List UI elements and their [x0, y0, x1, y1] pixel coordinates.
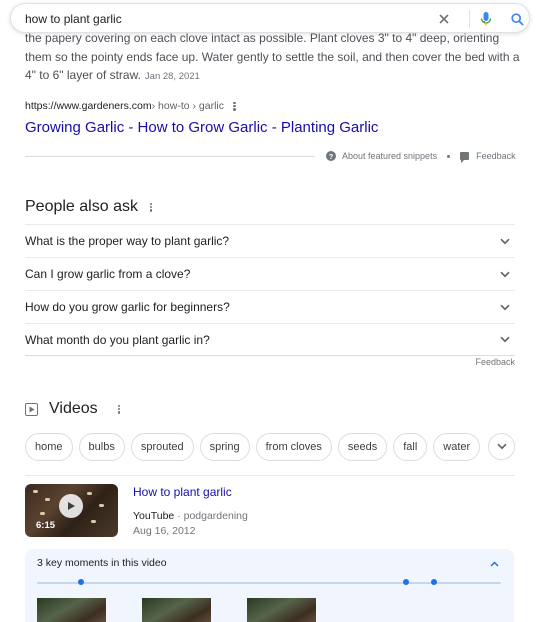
search-bar	[10, 3, 530, 33]
chevron-down-icon[interactable]	[488, 433, 515, 460]
paa-question[interactable]: How do you grow garlic for beginners?	[25, 290, 515, 323]
chip-seeds[interactable]: seeds	[337, 433, 388, 461]
help-icon: ?	[326, 151, 336, 161]
search-divider	[469, 10, 470, 28]
key-moments-panel: 3 key moments in this video	[25, 549, 514, 622]
people-also-ask-header: People also ask	[25, 198, 153, 216]
video-channel: podgardening	[183, 510, 248, 522]
paa-question-text: What month do you plant garlic in?	[25, 332, 210, 347]
paa-question[interactable]: Can I grow garlic from a clove?	[25, 257, 515, 290]
videos-title: Videos	[49, 400, 98, 417]
videos-header: Videos	[25, 400, 121, 418]
snippet-footer: ? About featured snippets Feedback	[326, 151, 516, 163]
more-options-icon[interactable]	[233, 101, 236, 111]
microphone-icon[interactable]	[477, 10, 495, 28]
close-icon[interactable]	[435, 10, 453, 28]
feedback-link[interactable]: Feedback	[476, 151, 516, 161]
video-filter-chips: home bulbs sprouted spring from cloves s…	[25, 433, 481, 461]
key-moment-marker[interactable]	[403, 579, 409, 585]
search-icon[interactable]	[508, 10, 526, 28]
key-moment-thumbnail[interactable]	[247, 598, 316, 622]
chip-bulbs[interactable]: bulbs	[78, 433, 125, 461]
search-input[interactable]	[25, 10, 415, 28]
chevron-down-icon[interactable]	[499, 301, 511, 313]
featured-snippet-text: the papery covering on each clove intact…	[25, 29, 520, 87]
more-options-icon[interactable]	[117, 404, 121, 414]
play-icon[interactable]	[59, 494, 83, 518]
paa-question-text: Can I grow garlic from a clove?	[25, 267, 191, 281]
chevron-down-icon[interactable]	[499, 268, 511, 280]
paa-question-text: What is the proper way to plant garlic?	[25, 234, 230, 248]
divider	[25, 475, 515, 476]
chip-spring[interactable]: spring	[199, 433, 250, 461]
key-moment-thumbnail[interactable]	[37, 598, 106, 622]
paa-question-text: How do you grow garlic for beginners?	[25, 300, 230, 314]
paa-question[interactable]: What month do you plant garlic in?	[25, 323, 515, 356]
paa-feedback-link[interactable]: Feedback	[470, 357, 515, 367]
chevron-down-icon[interactable]	[499, 334, 511, 346]
video-play-icon	[25, 402, 38, 416]
chevron-down-icon[interactable]	[499, 235, 511, 247]
feedback-icon	[460, 152, 470, 163]
video-date: Aug 16, 2012	[133, 525, 196, 537]
about-featured-snippets-link[interactable]: About featured snippets	[342, 151, 437, 161]
paa-question[interactable]: What is the proper way to plant garlic?	[25, 224, 515, 257]
video-thumbnail[interactable]: 6:15	[25, 484, 118, 537]
chip-from-cloves[interactable]: from cloves	[255, 433, 332, 461]
result-title-link[interactable]: Growing Garlic - How to Grow Garlic - Pl…	[25, 119, 378, 136]
separator-dot	[447, 154, 451, 158]
key-moment-thumbnail[interactable]	[142, 598, 211, 622]
source-domain: https://www.gardeners.com	[25, 100, 152, 112]
snippet-date: Jan 28, 2021	[144, 71, 200, 82]
result-source[interactable]: https://www.gardeners.com › how-to › gar…	[25, 100, 236, 112]
chip-water[interactable]: water	[433, 433, 481, 461]
video-meta: YouTube · podgardening	[133, 510, 248, 522]
chevron-up-icon[interactable]	[488, 558, 500, 570]
more-options-icon[interactable]	[149, 202, 153, 212]
snippet-body: the papery covering on each clove intact…	[25, 31, 520, 82]
source-breadcrumb: › how-to › garlic	[151, 100, 224, 112]
key-moments-label: 3 key moments in this video	[37, 557, 167, 569]
video-title-link[interactable]: How to plant garlic	[133, 485, 232, 499]
divider	[25, 156, 315, 157]
people-also-ask-list: What is the proper way to plant garlic? …	[25, 224, 515, 356]
key-moment-marker[interactable]	[431, 579, 437, 585]
video-duration: 6:15	[36, 520, 56, 531]
chip-fall[interactable]: fall	[393, 433, 428, 461]
key-moment-marker[interactable]	[78, 579, 84, 585]
chip-sprouted[interactable]: sprouted	[130, 433, 194, 461]
chip-home[interactable]: home	[25, 433, 73, 461]
video-source: YouTube	[133, 510, 175, 522]
people-also-ask-title: People also ask	[25, 198, 138, 215]
